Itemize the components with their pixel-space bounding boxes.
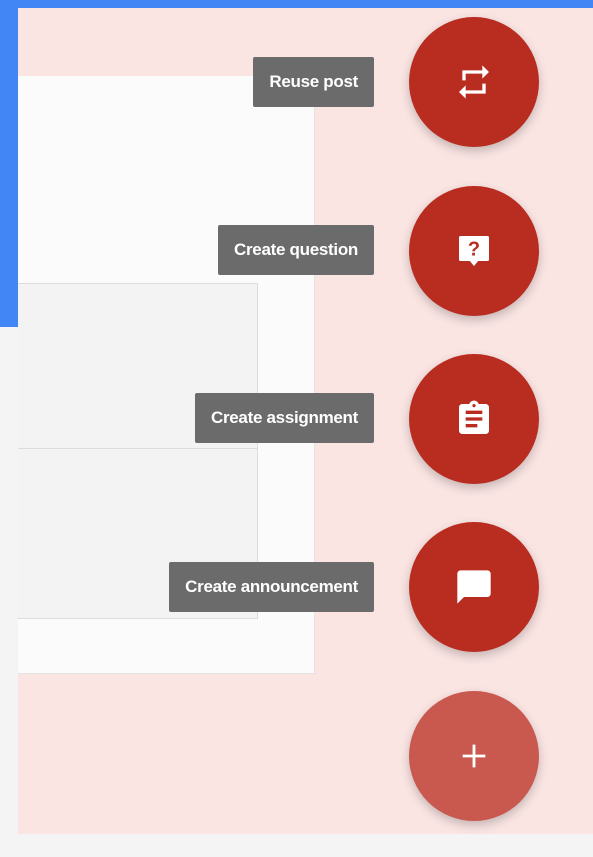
reuse-post-label: Reuse post	[253, 57, 374, 107]
svg-text:?: ?	[468, 238, 480, 260]
create-assignment-label: Create assignment	[194, 393, 374, 443]
add-fab-button[interactable]	[409, 691, 539, 821]
question-icon: ?	[459, 236, 489, 266]
create-assignment-button[interactable]	[409, 354, 539, 484]
reuse-post-button[interactable]	[409, 17, 539, 147]
reuse-icon	[459, 65, 489, 99]
create-announcement-button[interactable]	[409, 522, 539, 652]
assignment-icon	[459, 400, 489, 434]
create-question-button[interactable]: ?	[409, 186, 539, 316]
page-footer-background	[0, 834, 593, 857]
create-question-label: Create question	[218, 225, 374, 275]
announcement-icon	[457, 570, 491, 604]
create-announcement-label: Create announcement	[169, 562, 374, 612]
page-background	[0, 327, 18, 857]
add-icon	[462, 744, 486, 768]
